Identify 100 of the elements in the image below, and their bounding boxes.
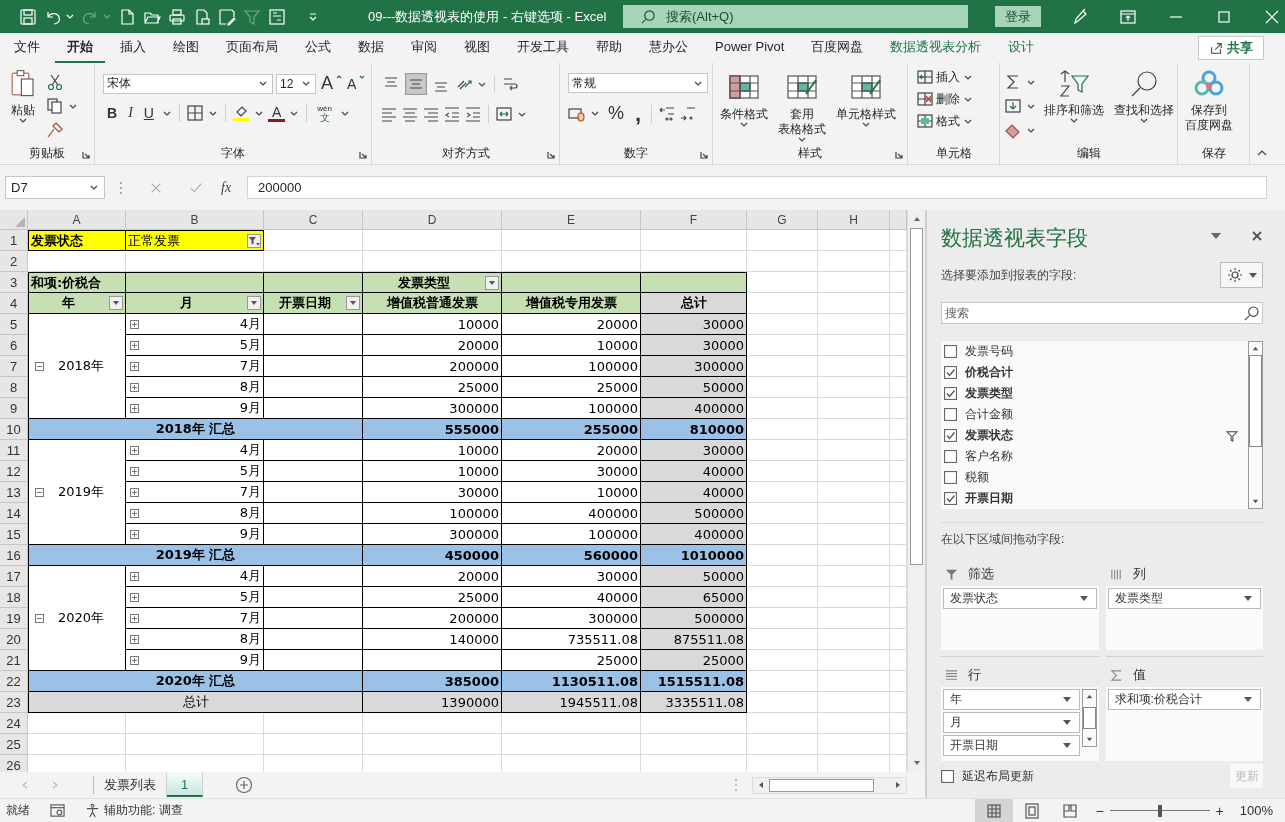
ribbon-tab[interactable]: 开发工具 — [505, 33, 581, 63]
zoom-slider[interactable] — [1109, 803, 1210, 818]
caret-icon[interactable] — [290, 110, 299, 116]
ribbon-tab[interactable]: Power Pivot — [703, 35, 797, 61]
view-button[interactable] — [975, 799, 1014, 822]
row-header[interactable]: 24 — [0, 713, 28, 734]
expand-icon[interactable] — [130, 592, 139, 602]
merge-icon[interactable] — [495, 105, 513, 123]
row-header[interactable]: 1 — [0, 230, 28, 251]
checkbox[interactable] — [944, 450, 957, 463]
row-header[interactable]: 5 — [0, 314, 28, 335]
increase-decimal-icon[interactable] — [658, 104, 677, 123]
ribbon-tab[interactable]: 插入 — [108, 33, 158, 63]
caret-icon[interactable] — [1027, 103, 1035, 109]
close-icon[interactable] — [1251, 230, 1263, 242]
ribbon-tab[interactable]: 数据透视表分析 — [878, 33, 994, 63]
caret-icon[interactable] — [518, 111, 526, 117]
grow-font-button[interactable]: A — [319, 73, 333, 94]
expand-icon[interactable] — [130, 319, 139, 329]
row-header[interactable]: 4 — [0, 293, 28, 314]
field-chip[interactable]: 求和项:价税合计 — [1107, 689, 1261, 710]
insert-function-button[interactable]: fx — [221, 179, 232, 196]
ribbon-tab[interactable]: 数据 — [346, 33, 396, 63]
share-button[interactable]: 共享 — [1198, 36, 1264, 60]
search-field[interactable]: 搜索(Alt+Q) — [623, 5, 968, 28]
check-icon[interactable] — [189, 180, 203, 195]
column-header[interactable]: D — [363, 210, 502, 230]
checkbox[interactable] — [944, 387, 957, 400]
search-field[interactable]: 搜索 — [941, 302, 1263, 324]
fill-color-icon[interactable] — [231, 104, 250, 122]
disk-icon[interactable] — [218, 7, 236, 26]
checkbox[interactable] — [941, 769, 954, 783]
cells-button[interactable]: 删除 — [916, 89, 995, 109]
caret-icon[interactable] — [162, 110, 171, 116]
column-header[interactable]: C — [264, 210, 363, 230]
macro-icon[interactable] — [50, 803, 65, 818]
document-icon[interactable] — [193, 7, 211, 26]
sort-filter-button[interactable]: 排序和筛选 — [1041, 69, 1107, 142]
scrollbar-thumb[interactable] — [769, 778, 874, 792]
field-name[interactable]: 发票号码 — [965, 343, 1238, 360]
scrollbar[interactable] — [1081, 689, 1097, 747]
row-header[interactable]: 25 — [0, 734, 28, 755]
save-icon[interactable] — [19, 7, 37, 26]
decrease-decimal-icon[interactable] — [679, 104, 698, 123]
checkbox[interactable] — [944, 429, 957, 442]
ribbon-tab[interactable]: 设计 — [996, 33, 1047, 63]
expand-icon[interactable] — [130, 571, 139, 581]
cells-button[interactable]: 插入 — [916, 67, 995, 87]
dialog-launcher-icon[interactable] — [359, 151, 367, 159]
underline-button[interactable]: U — [139, 105, 158, 121]
scrollbar-thumb[interactable] — [1082, 707, 1096, 729]
column-header[interactable]: E — [502, 210, 641, 230]
font-size-select[interactable]: 12 — [276, 73, 316, 94]
row-header[interactable]: 14 — [0, 503, 28, 524]
caret-icon[interactable] — [1211, 233, 1221, 239]
dialog-launcher-icon[interactable] — [895, 151, 903, 159]
row-header[interactable]: 13 — [0, 482, 28, 503]
row-header[interactable]: 12 — [0, 461, 28, 482]
phonetic-button[interactable]: wén 文 — [313, 104, 336, 122]
row-header[interactable]: 20 — [0, 629, 28, 650]
ribbon-display-icon[interactable] — [1119, 7, 1137, 26]
expand-icon[interactable] — [130, 613, 139, 623]
row-header[interactable]: 26 — [0, 755, 28, 772]
column-header[interactable]: H — [818, 210, 890, 230]
scissors-icon[interactable] — [46, 73, 64, 91]
expand-icon[interactable] — [130, 445, 139, 455]
caret-icon[interactable] — [1027, 127, 1035, 133]
caret-icon[interactable] — [340, 110, 349, 116]
row-header[interactable]: 15 — [0, 524, 28, 545]
row-header[interactable]: 16 — [0, 545, 28, 566]
caret-icon[interactable] — [1027, 79, 1035, 85]
scrollbar-thumb[interactable] — [1249, 355, 1262, 447]
row-header[interactable]: 7 — [0, 356, 28, 377]
caret-icon[interactable] — [591, 111, 599, 116]
dropdown-button[interactable] — [109, 296, 123, 310]
row-header[interactable]: 21 — [0, 650, 28, 671]
row-header[interactable]: 18 — [0, 587, 28, 608]
shrink-font-button[interactable]: A — [345, 75, 357, 92]
dropdown-button[interactable] — [485, 275, 499, 290]
accessibility-icon[interactable] — [85, 803, 100, 818]
collapse-icon[interactable] — [35, 487, 44, 497]
field-chip[interactable]: 月 — [943, 712, 1080, 733]
ribbon-tab[interactable]: 视图 — [452, 33, 502, 63]
italic-button[interactable]: I — [124, 105, 137, 121]
expand-icon[interactable] — [130, 529, 139, 539]
filter-button[interactable] — [247, 233, 261, 248]
expand-icon[interactable] — [130, 403, 139, 413]
ribbon-tab[interactable]: 百度网盘 — [799, 33, 876, 63]
column-header[interactable]: F — [641, 210, 747, 230]
checkbox[interactable] — [944, 408, 957, 421]
expand-icon[interactable] — [130, 466, 139, 476]
scroll-up-icon[interactable] — [1251, 344, 1260, 353]
scrollbar-thumb[interactable] — [910, 228, 923, 565]
ribbon-tab[interactable]: 绘图 — [161, 33, 211, 63]
new-file-icon[interactable] — [118, 7, 136, 26]
row-header[interactable]: 8 — [0, 377, 28, 398]
style-button[interactable]: 条件格式 — [717, 69, 771, 142]
field-name[interactable]: 价税合计 — [965, 364, 1238, 381]
field-chip[interactable]: 开票日期 — [943, 735, 1080, 756]
sign-in-button[interactable]: 登录 — [995, 6, 1041, 27]
